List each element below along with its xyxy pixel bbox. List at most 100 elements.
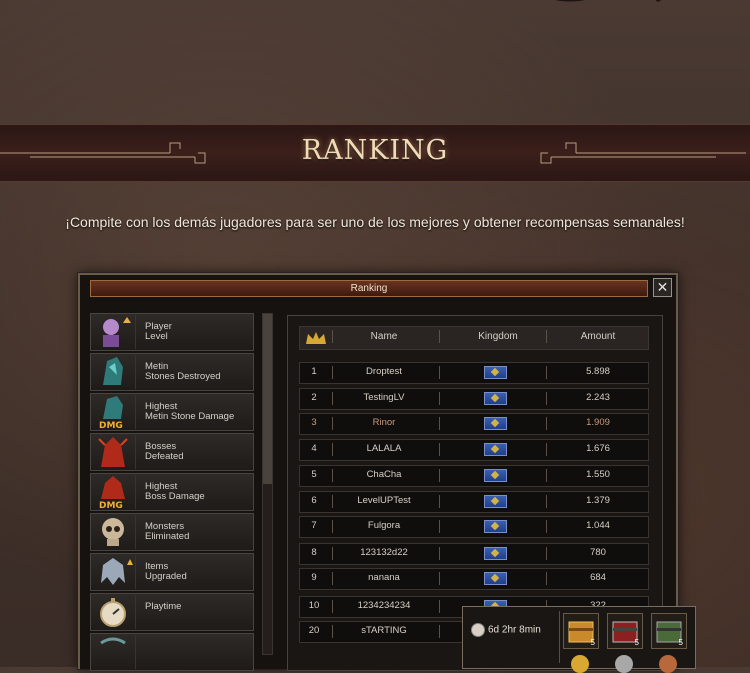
kingdom-flag-icon [484,495,507,508]
crown-icon [306,332,326,344]
table-row[interactable]: 4 LALALA 1.676 [299,439,649,461]
player-name: sTARTING [361,625,407,636]
row-divider [439,417,440,430]
page-subtitle: ¡Compite con los demás jugadores para se… [65,214,685,230]
sidebar-item-label: Highest Boss Damage [145,481,205,502]
sidebar-item-player-level[interactable]: Player Level [90,313,254,351]
column-header-name[interactable]: Name [334,331,434,342]
sidebar-item-playtime[interactable]: Playtime [90,593,254,631]
svg-text:DMG: DMG [99,421,123,429]
metin-dmg-icon: DMG [99,395,136,429]
header-divider [439,330,440,343]
table-row[interactable]: 8 123132d22 780 [299,543,649,565]
column-header-amount[interactable]: Amount [550,331,646,342]
row-divider [332,417,333,430]
sidebar-item-label: Monsters Eliminated [145,521,190,542]
rank-cell: 20 [308,625,320,636]
chest-count: 5 [678,638,683,647]
table-row[interactable]: 7 Fulgora 1.044 [299,516,649,538]
boss-dmg-icon: DMG [99,475,136,509]
amount-cell: 1.044 [586,520,610,531]
scroll-thumb[interactable] [263,314,272,484]
close-button[interactable]: ✕ [653,278,672,297]
row-divider [439,392,440,405]
amount-cell: 1.909 [586,417,610,428]
table-row[interactable]: 3 Rinor 1.909 [299,413,649,435]
rank-cell: 6 [311,495,317,506]
green-chest-icon[interactable]: 5 [651,613,687,649]
rank-cell: 1 [311,366,317,377]
table-row[interactable]: 9 nanana 684 [299,568,649,590]
kingdom-flag-icon [484,417,507,430]
row-divider [439,572,440,585]
player-name: LALALA [366,443,402,454]
amount-cell: 2.243 [586,392,610,403]
table-row[interactable]: 2 TestingLV 2.243 [299,388,649,410]
top-ornament [555,0,662,2]
amount-cell: 1.676 [586,443,610,454]
sidebar-item-monsters[interactable]: Monsters Eliminated [90,513,254,551]
svg-text:DMG: DMG [99,501,123,509]
row-divider [546,495,547,508]
rank-cell: 2 [311,392,317,403]
sidebar-item-bosses[interactable]: Bosses Defeated [90,433,254,471]
kingdom-flag-icon [484,443,507,456]
player-name: 1234234234 [357,600,411,611]
row-divider [546,392,547,405]
sidebar-item-more[interactable] [90,633,254,671]
banner-ornament-right [540,142,746,164]
sidebar-scrollbar[interactable] [262,313,273,655]
rank-cell: 5 [311,469,317,480]
row-divider [332,520,333,533]
red-chest-icon[interactable]: 5 [607,613,643,649]
row-divider [332,572,333,585]
gold-medal-icon [571,655,589,673]
sidebar-item-metin-stones[interactable]: Metin Stones Destroyed [90,353,254,391]
amount-cell: 684 [590,572,606,583]
player-name: ChaCha [366,469,402,480]
skull-icon [102,515,136,549]
sidebar-item-label: Items Upgraded [145,561,187,582]
kingdom-flag-icon [484,547,507,560]
player-icon [103,315,136,349]
chest-count: 5 [634,638,639,647]
kingdom-flag-icon [484,392,507,405]
kingdom-flag-icon [484,469,507,482]
row-divider [332,443,333,456]
sidebar-item-metin-damage[interactable]: DMG Highest Metin Stone Damage [90,393,254,431]
player-name: TestingLV [363,392,405,403]
column-header-kingdom[interactable]: Kingdom [450,331,546,342]
rank-cell: 8 [311,547,317,558]
table-row[interactable]: 1 Droptest 5.898 [299,362,649,384]
row-divider [439,469,440,482]
sidebar-item-label: Bosses Defeated [145,441,184,462]
table-row[interactable]: 6 LevelUPTest 1.379 [299,491,649,513]
row-divider [332,495,333,508]
row-divider [332,392,333,405]
row-divider [439,625,440,638]
sidebar-item-label: Highest Metin Stone Damage [145,401,235,422]
window-titlebar[interactable]: Ranking [90,280,648,297]
silver-medal-icon [615,655,633,673]
reward-divider [559,611,560,663]
weekly-reward-panel: 6d 2hr 8min 5 5 5 [462,606,696,673]
ranking-banner: RANKING [0,124,750,182]
sidebar-item-label: Player Level [145,321,172,342]
sidebar-item-label: Metin Stones Destroyed [145,361,221,382]
rank-cell: 10 [308,600,320,611]
kingdom-flag-icon [484,366,507,379]
row-divider [546,417,547,430]
player-name: LevelUPTest [357,495,411,506]
table-row[interactable]: 5 ChaCha 1.550 [299,465,649,487]
sidebar-item-items-upgraded[interactable]: Items Upgraded [90,553,254,591]
row-divider [332,600,333,613]
kingdom-flag-icon [484,572,507,585]
category-sidebar: Player Level Metin Stones Destroyed DMG … [90,313,254,671]
gold-chest-icon[interactable]: 5 [563,613,599,649]
row-divider [439,547,440,560]
reward-timer: 6d 2hr 8min [471,623,541,637]
window-title: Ranking [350,283,388,294]
sidebar-item-boss-damage[interactable]: DMG Highest Boss Damage [90,473,254,511]
kingdom-flag-icon [484,520,507,533]
fish-icon [100,635,136,669]
